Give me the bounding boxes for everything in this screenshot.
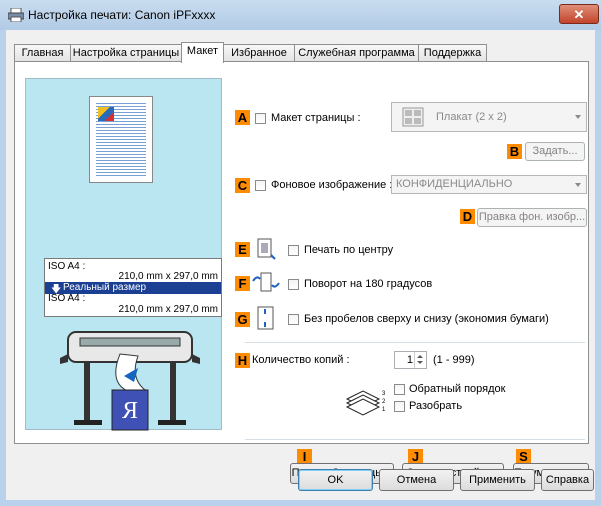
badge-s: S [516,449,531,464]
badge-i: I [297,449,312,464]
tab-favorites[interactable]: Избранное [223,44,295,61]
set-button[interactable]: Задать... [525,142,585,161]
svg-text:1: 1 [382,407,385,413]
borderless-top-bottom-icon [257,306,274,330]
reverse-order-checkbox[interactable] [394,384,405,395]
svg-text:3: 3 [382,391,385,397]
copies-range: (1 - 999) [433,354,475,366]
page-preview [89,96,153,183]
copies-value: 1 [406,354,413,366]
edit-background-button[interactable]: Правка фон. изобр... [477,208,587,227]
image-thumbnail-icon [98,107,114,121]
output-size-value: 210,0 mm x 297,0 mm [118,304,218,315]
poster-layout-icon [402,107,424,127]
center-print-checkbox[interactable] [288,245,299,256]
actual-size-label: Реальный размер [63,282,147,293]
layout-tab-pane: ISO A4 : 210,0 mm x 297,0 mm 🡇 Реальный … [14,61,589,484]
svg-text:R: R [122,398,138,424]
printer-icon [8,8,24,22]
chevron-down-icon [575,115,581,119]
center-print-label: Печать по центру [304,244,394,256]
background-image-value: КОНФИДЕНЦИАЛЬНО [396,178,513,190]
copies-label: Количество копий : [252,354,350,366]
badge-a: A [235,110,250,125]
paper-size-info: ISO A4 : 210,0 mm x 297,0 mm 🡇 Реальный … [44,258,222,317]
page-layout-label: Макет страницы : [271,112,361,124]
apply-button[interactable]: Применить [460,469,535,491]
rotate-180-icon [252,272,280,292]
badge-h: H [235,353,250,368]
page-layout-combo[interactable]: Плакат (2 x 2) [391,102,587,132]
page-layout-value: Плакат (2 x 2) [436,111,507,123]
close-button[interactable]: ✕ [559,4,599,24]
background-image-label: Фоновое изображение : [271,179,393,191]
save-paper-label: Без пробелов сверху и снизу (экономия бу… [304,313,549,325]
collate-checkbox[interactable] [394,401,405,412]
separator [245,342,585,343]
page-stack-icon: 3 2 1 [345,390,385,416]
badge-g: G [235,312,250,327]
tab-support[interactable]: Поддержка [418,44,487,61]
help-button[interactable]: Справка [541,469,594,491]
tab-main[interactable]: Главная [14,44,71,61]
tab-layout[interactable]: Макет [181,42,224,63]
badge-b: B [507,144,522,159]
large-format-printer-illustration: R [60,331,200,431]
tab-utility[interactable]: Служебная программа [294,44,419,61]
copies-spinbox[interactable]: 1 [394,351,427,369]
badge-d: D [460,209,475,224]
reverse-order-label: Обратный порядок [409,383,506,395]
collate-label: Разобрать [409,400,463,412]
save-paper-checkbox[interactable] [288,314,299,325]
title-bar[interactable]: Настройка печати: Canon iPFxxxx ✕ [0,0,601,30]
badge-j: J [408,449,423,464]
print-settings-window: Настройка печати: Canon iPFxxxx ✕ Главна… [0,0,601,506]
source-size-value: 210,0 mm x 297,0 mm [118,271,218,282]
window-title: Настройка печати: Canon iPFxxxx [28,8,216,22]
cancel-button[interactable]: Отмена [379,469,454,491]
output-size-label: ISO A4 : [48,293,86,304]
page-layout-checkbox[interactable] [255,113,266,124]
badge-c: C [235,178,250,193]
background-image-combo[interactable]: КОНФИДЕНЦИАЛЬНО [391,175,587,194]
badge-e: E [235,242,250,257]
svg-text:2: 2 [382,399,385,405]
ok-button[interactable]: OK [298,469,373,491]
separator [245,439,585,440]
chevron-down-icon [575,182,581,187]
dialog-client: Главная Настройка страницы Макет Избранн… [6,30,595,500]
rotate-180-label: Поворот на 180 градусов [304,278,433,290]
tab-page-setup[interactable]: Настройка страницы [70,44,182,61]
source-size-label: ISO A4 : [48,261,86,272]
background-image-checkbox[interactable] [255,180,266,191]
spin-arrows-icon[interactable] [414,352,426,368]
badge-f: F [235,276,250,291]
preview-panel: ISO A4 : 210,0 mm x 297,0 mm 🡇 Реальный … [25,78,222,431]
center-print-icon [257,238,276,260]
rotate-180-checkbox[interactable] [288,279,299,290]
